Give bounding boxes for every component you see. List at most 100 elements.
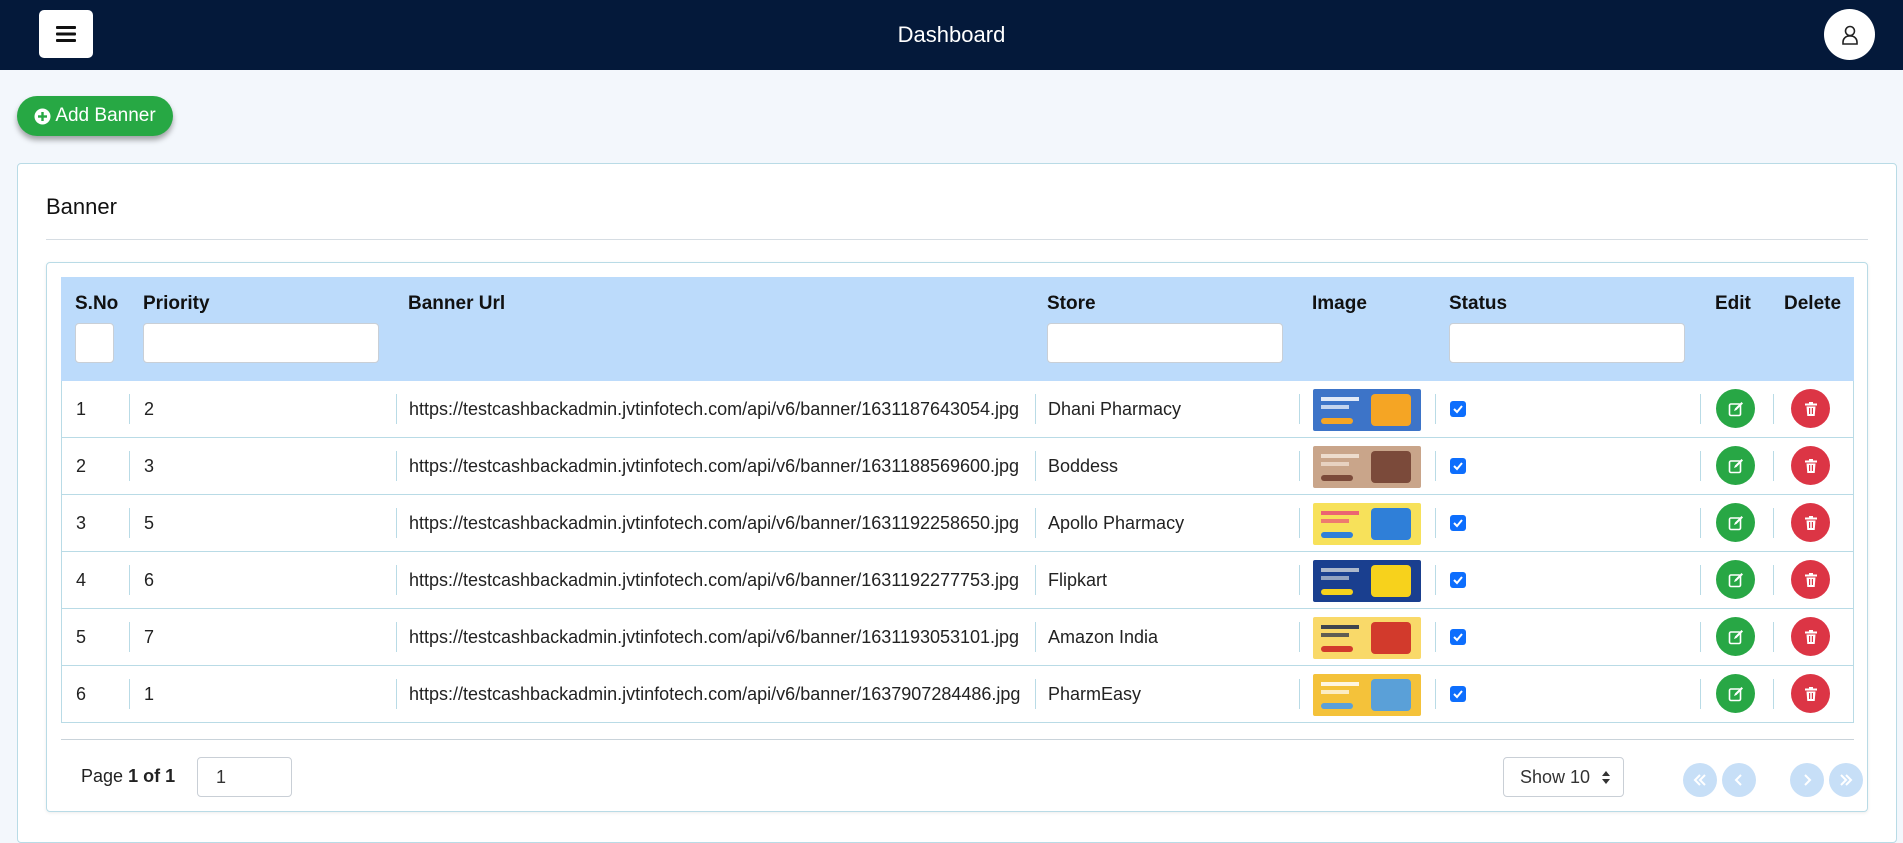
banner-thumbnail[interactable] [1313, 503, 1421, 545]
store-cell: Flipkart [1048, 570, 1108, 590]
page-indicator: Page 1 of 1 [81, 766, 175, 787]
column-separator [1435, 394, 1436, 424]
delete-button[interactable] [1791, 503, 1830, 542]
banner-thumbnail[interactable] [1313, 446, 1421, 488]
checkmark-icon [1453, 462, 1463, 471]
first-page-button[interactable] [1683, 763, 1717, 797]
priority-cell: 1 [144, 684, 155, 704]
store-filter-input[interactable] [1047, 323, 1283, 363]
store-cell: Amazon India [1048, 627, 1159, 647]
column-header-image[interactable]: Image [1312, 293, 1367, 315]
sno-cell: 3 [76, 513, 87, 533]
banner-url-cell: https://testcashbackadmin.jvtinfotech.co… [409, 570, 1020, 590]
page-title: Dashboard [897, 22, 1006, 47]
hamburger-menu-icon [56, 26, 76, 42]
edit-icon [1728, 458, 1743, 473]
edit-button[interactable] [1716, 674, 1755, 713]
card-title: Banner [46, 194, 117, 219]
status-checkbox[interactable] [1450, 686, 1466, 702]
status-checkbox[interactable] [1450, 572, 1466, 588]
delete-button[interactable] [1791, 617, 1830, 656]
column-separator [396, 394, 397, 424]
column-separator [396, 451, 397, 481]
edit-icon [1728, 686, 1743, 701]
banner-thumbnail[interactable] [1313, 389, 1421, 431]
trash-icon [1804, 458, 1817, 473]
user-profile-button[interactable] [1824, 9, 1875, 60]
sno-cell: 4 [76, 570, 87, 590]
banner-thumbnail[interactable] [1313, 560, 1421, 602]
checkmark-icon [1453, 576, 1463, 585]
delete-button[interactable] [1791, 389, 1830, 428]
sno-filter-input[interactable] [75, 323, 114, 363]
column-separator [1700, 451, 1701, 481]
banner-card: Banner S.No Priority Banner Url Store Im… [17, 163, 1897, 843]
banner-thumbnail[interactable] [1313, 674, 1421, 716]
store-cell: Apollo Pharmacy [1048, 513, 1185, 533]
status-checkbox[interactable] [1450, 401, 1466, 417]
priority-cell: 2 [144, 399, 155, 419]
delete-button[interactable] [1791, 674, 1830, 713]
column-header-priority[interactable]: Priority [143, 293, 210, 315]
table-row: 3 5 https://testcashbackadmin.jvtinfotech.… [61, 495, 1854, 552]
column-separator [1299, 394, 1300, 424]
column-separator [396, 565, 397, 595]
chevron-right-icon [1804, 774, 1812, 786]
column-header-status[interactable]: Status [1449, 293, 1507, 315]
banner-url-cell: https://testcashbackadmin.jvtinfotech.co… [409, 513, 1020, 533]
table-row: 4 6 https://testcashbackadmin.jvtinfotech.… [61, 552, 1854, 609]
banner-url-cell: https://testcashbackadmin.jvtinfotech.co… [409, 456, 1020, 476]
delete-button[interactable] [1791, 446, 1830, 485]
checkmark-icon [1453, 633, 1463, 642]
double-chevron-right-icon [1840, 774, 1853, 786]
column-separator [129, 394, 130, 424]
column-separator [129, 679, 130, 709]
checkmark-icon [1453, 690, 1463, 699]
column-separator [1035, 394, 1036, 424]
checkmark-icon [1453, 519, 1463, 528]
column-header-store[interactable]: Store [1047, 293, 1096, 315]
menu-button[interactable] [39, 10, 93, 58]
column-header-sno[interactable]: S.No [75, 293, 118, 315]
table-row: 6 1 https://testcashbackadmin.jvtinfotech.… [61, 666, 1854, 723]
priority-filter-input[interactable] [143, 323, 379, 363]
delete-button[interactable] [1791, 560, 1830, 599]
edit-icon [1728, 515, 1743, 530]
edit-button[interactable] [1716, 503, 1755, 542]
last-page-button[interactable] [1829, 763, 1863, 797]
priority-cell: 7 [144, 627, 155, 647]
column-header-banner-url[interactable]: Banner Url [408, 293, 505, 315]
status-checkbox[interactable] [1450, 629, 1466, 645]
page-size-label: Show 10 [1520, 767, 1591, 787]
banner-url-cell: https://testcashbackadmin.jvtinfotech.co… [409, 627, 1020, 647]
column-separator [1773, 679, 1774, 709]
edit-button[interactable] [1716, 389, 1755, 428]
store-cell: Boddess [1048, 456, 1119, 476]
column-separator [1299, 679, 1300, 709]
checkmark-icon [1453, 405, 1463, 414]
status-checkbox[interactable] [1450, 515, 1466, 531]
edit-button[interactable] [1716, 617, 1755, 656]
column-header-delete: Delete [1784, 293, 1842, 314]
table-container: S.No Priority Banner Url Store Image Sta… [46, 262, 1868, 812]
page-number-input[interactable]: 1 [197, 757, 292, 797]
status-checkbox[interactable] [1450, 458, 1466, 474]
add-banner-button[interactable]: Add Banner [17, 96, 173, 136]
previous-page-button[interactable] [1722, 763, 1756, 797]
edit-button[interactable] [1716, 446, 1755, 485]
banner-thumbnail[interactable] [1313, 617, 1421, 659]
status-filter-input[interactable] [1449, 323, 1685, 363]
column-separator [1299, 565, 1300, 595]
next-page-button[interactable] [1790, 763, 1824, 797]
store-cell: PharmEasy [1048, 684, 1142, 704]
edit-button[interactable] [1716, 560, 1755, 599]
page-size-select[interactable]: Show 10 [1503, 757, 1624, 797]
column-separator [1700, 508, 1701, 538]
column-separator [1299, 622, 1300, 652]
column-separator [1435, 508, 1436, 538]
double-chevron-left-icon [1693, 774, 1706, 786]
plus-circle-icon [34, 108, 51, 124]
trash-icon [1804, 572, 1817, 587]
column-separator [1700, 565, 1701, 595]
column-separator [1700, 394, 1701, 424]
